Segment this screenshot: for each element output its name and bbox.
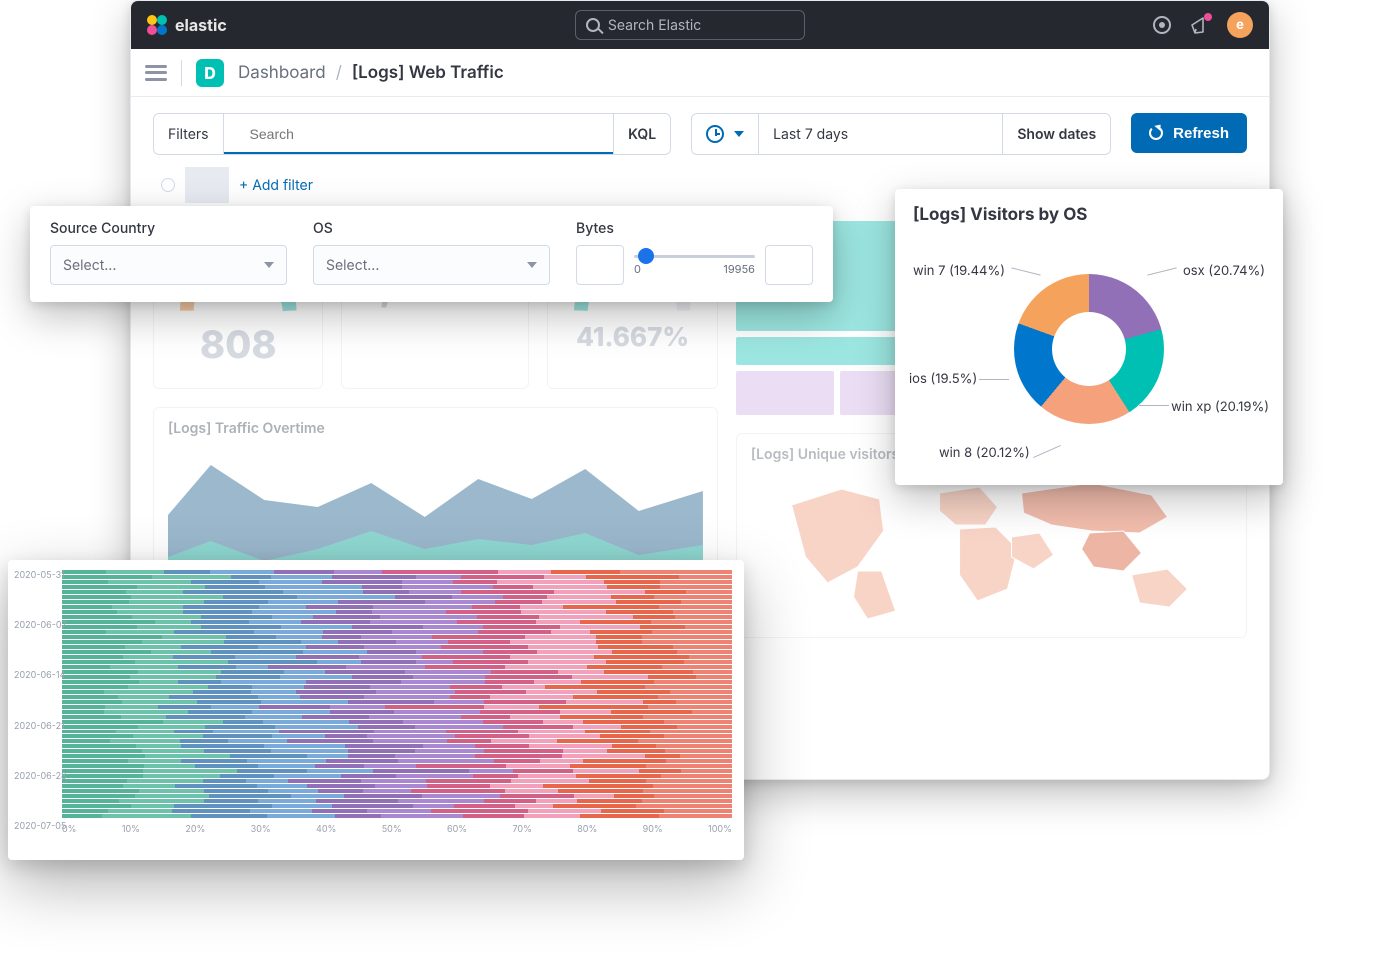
chevron-down-icon	[527, 262, 537, 268]
bytes-max-input[interactable]	[765, 245, 813, 285]
query-input-wrap	[223, 114, 614, 154]
bytes-min-label: 0	[634, 262, 641, 276]
app-chip[interactable]: D	[196, 59, 224, 87]
field-source-country: Source Country Select...	[50, 220, 287, 288]
refresh-icon	[1149, 126, 1163, 140]
global-search-placeholder: Search Elastic	[608, 17, 701, 34]
chevron-down-icon	[264, 262, 274, 268]
os-label: OS	[313, 220, 550, 237]
breadcrumb-sep: /	[336, 63, 342, 83]
donut-chart: win 7 (19.44%) osx (20.74%) ios (19.5%) …	[913, 231, 1265, 467]
show-dates-button[interactable]: Show dates	[1002, 114, 1110, 154]
toolbar: D Dashboard / [Logs] Web Traffic	[131, 49, 1269, 97]
bytes-slider[interactable]: 0 19956	[634, 255, 755, 276]
clock-icon	[706, 125, 724, 143]
breadcrumb: Dashboard / [Logs] Web Traffic	[238, 63, 504, 83]
donut-label-winxp: win xp (20.19%)	[1171, 399, 1269, 415]
donut-label-win7: win 7 (19.44%)	[913, 263, 1005, 279]
brand-label: elastic	[175, 15, 227, 35]
source-country-placeholder: Select...	[63, 257, 116, 274]
kql-toggle[interactable]: KQL	[613, 114, 670, 154]
elastic-logo-icon	[147, 15, 167, 35]
world-map-icon	[751, 471, 1232, 621]
chevron-down-icon	[734, 131, 744, 137]
stacked-xaxis: 0%10%20%30%40%50%60%70%80%90%100%	[62, 824, 732, 835]
breadcrumb-root[interactable]: Dashboard	[238, 63, 326, 83]
breadcrumb-current: [Logs] Web Traffic	[352, 63, 504, 83]
source-country-select[interactable]: Select...	[50, 245, 287, 285]
refresh-button[interactable]: Refresh	[1131, 113, 1247, 153]
filter-dash-icon	[185, 167, 229, 203]
filters-button[interactable]: Filters	[154, 114, 223, 154]
bytes-min-input[interactable]	[576, 245, 624, 285]
field-os: OS Select...	[313, 220, 550, 288]
timepicker-quick[interactable]	[692, 114, 758, 154]
stacked-yaxis: 2020-05-312020-06-072020-06-142020-06-21…	[14, 570, 67, 832]
refresh-label: Refresh	[1173, 125, 1229, 142]
header-actions: e	[1153, 12, 1253, 38]
donut-label-ios: ios (19.5%)	[909, 371, 977, 387]
menu-icon[interactable]	[145, 65, 167, 81]
query-group: Filters KQL	[153, 113, 671, 155]
stacked-rows	[62, 570, 732, 818]
newsfeed-icon[interactable]	[1189, 15, 1209, 35]
avatar[interactable]: e	[1227, 12, 1253, 38]
global-search[interactable]: Search Elastic	[575, 10, 805, 40]
bytes-label: Bytes	[576, 220, 813, 237]
time-group: Last 7 days Show dates	[691, 113, 1111, 155]
panel-stacked-bars: 2020-05-312020-06-072020-06-142020-06-21…	[8, 560, 744, 860]
brand[interactable]: elastic	[147, 15, 227, 35]
source-country-label: Source Country	[50, 220, 287, 237]
divider	[181, 60, 182, 86]
panel-traffic-title: [Logs] Traffic Overtime	[168, 420, 703, 437]
filter-dot-icon	[161, 178, 175, 192]
add-filter-label: + Add filter	[239, 177, 313, 194]
visitors-os-title: [Logs] Visitors by OS	[913, 205, 1265, 225]
controls-panel: Source Country Select... OS Select... By…	[30, 206, 833, 302]
global-header: elastic Search Elastic e	[131, 1, 1269, 49]
donut-ring-icon	[1014, 274, 1164, 424]
query-input[interactable]	[238, 114, 600, 154]
field-bytes: Bytes 0 19956	[576, 220, 813, 288]
os-select[interactable]: Select...	[313, 245, 550, 285]
bytes-max-label: 19956	[723, 262, 755, 276]
metric-ratio-value: 41.667%	[558, 322, 706, 353]
bytes-slider-wrap: 0 19956	[576, 245, 813, 285]
help-icon[interactable]	[1153, 16, 1171, 34]
search-icon	[586, 18, 600, 32]
slider-thumb-icon[interactable]	[638, 248, 654, 264]
time-range-display[interactable]: Last 7 days	[758, 114, 1002, 154]
os-placeholder: Select...	[326, 257, 379, 274]
notification-dot-icon	[1204, 13, 1212, 21]
metric-visitors-value: 808	[164, 322, 312, 368]
donut-label-osx: osx (20.74%)	[1183, 263, 1265, 279]
donut-label-win8: win 8 (20.12%)	[939, 445, 1030, 461]
filter-bar: Filters KQL Last 7 days Show dates Refre…	[131, 97, 1269, 203]
panel-visitors-by-os: [Logs] Visitors by OS win 7 (19.44%) osx…	[895, 189, 1283, 485]
